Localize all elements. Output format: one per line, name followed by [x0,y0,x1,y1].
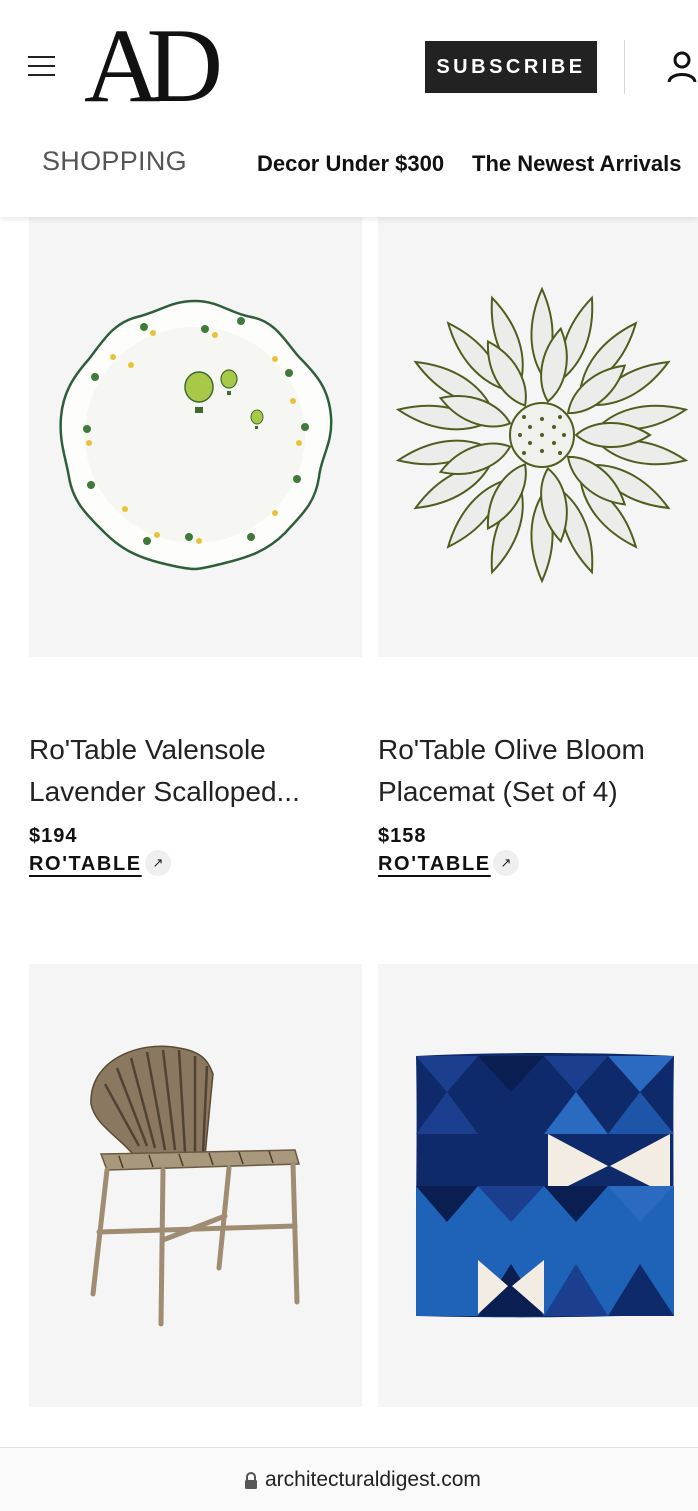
hamburger-menu-icon[interactable] [28,55,55,77]
product-title-line[interactable]: Ro'Table Valensole [29,729,359,771]
product-title-line[interactable]: Lavender Scalloped... [29,771,359,813]
arrow-up-right-icon[interactable]: ↗ [493,850,519,876]
header-divider [624,40,625,94]
product-title[interactable]: Ro'Table Valensole Lavender Scalloped... [29,729,359,813]
user-icon[interactable] [666,50,698,84]
retailer-link[interactable]: RO'TABLE [29,853,142,876]
product-price: $194 [29,825,78,847]
section-label-shopping[interactable]: SHOPPING [42,146,187,177]
product-image-plate[interactable] [29,217,362,657]
product-image-placemat[interactable] [378,217,698,657]
product-image-pillow[interactable] [378,964,698,1407]
product-title[interactable]: Ro'Table Olive Bloom Placemat (Set of 4) [378,729,698,813]
product-title-line[interactable]: Placemat (Set of 4) [378,771,698,813]
site-header: AD SUBSCRIBE SHOPPING Decor Under $300 T… [0,0,698,217]
product-image-chair[interactable] [29,964,362,1407]
ad-logo[interactable]: AD [84,13,223,119]
nav-link-decor-under-300[interactable]: Decor Under $300 [257,151,444,177]
arrow-up-right-icon[interactable]: ↗ [145,850,171,876]
nav-link-newest-arrivals[interactable]: The Newest Arrivals [472,151,682,177]
subscribe-button[interactable]: SUBSCRIBE [425,41,597,93]
product-title-line[interactable]: Ro'Table Olive Bloom [378,729,698,771]
url-text[interactable]: architecturaldigest.com [265,1468,481,1492]
lock-icon [244,1471,258,1490]
retailer-link[interactable]: RO'TABLE [378,853,491,876]
product-price: $158 [378,825,427,847]
browser-url-bar[interactable]: architecturaldigest.com [0,1447,698,1511]
